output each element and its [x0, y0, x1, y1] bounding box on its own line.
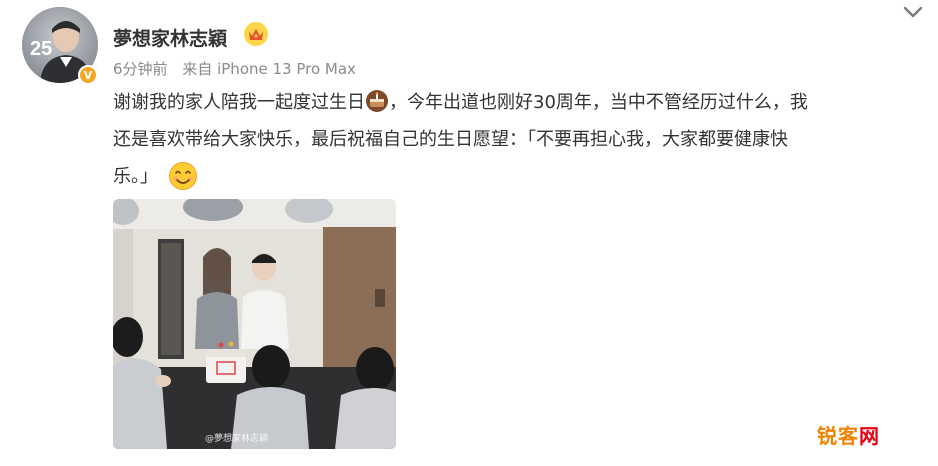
post-text-segment: ，今年出道也刚好30周年，当中不管经历过什么，我 — [389, 92, 808, 113]
post-time[interactable]: 6分钟前 — [113, 60, 168, 78]
birthday-photo-illustration — [113, 199, 396, 449]
site-logo-part-2: 网 — [859, 424, 880, 448]
post-text-segment: 乐。」 — [113, 166, 158, 187]
verified-badge-icon: V — [78, 65, 98, 85]
chevron-down-icon[interactable] — [902, 4, 924, 20]
post-text-segment: 谢谢我的家人陪我一起度过生日 — [113, 92, 365, 113]
post-text: 谢谢我的家人陪我一起度过生日 ，今年出道也刚好30周年，当中不管经历过什么，我 … — [113, 84, 928, 195]
post-meta: 6分钟前 来自 iPhone 13 Pro Max — [113, 58, 366, 79]
cake-emoji — [366, 90, 388, 112]
avatar-overlay-number: 25 — [30, 38, 52, 60]
weibo-post-card: 25 V 夢想家林志穎 6分钟前 来自 iPhone 13 Pro Max 谢谢… — [0, 0, 938, 466]
username[interactable]: 夢想家林志穎 — [113, 24, 227, 51]
site-logo: 锐客网 — [817, 420, 880, 449]
post-source: 来自 iPhone 13 Pro Max — [182, 60, 356, 78]
crown-icon[interactable] — [244, 22, 268, 46]
post-text-line-1: 谢谢我的家人陪我一起度过生日 ，今年出道也刚好30周年，当中不管经历过什么，我 — [113, 84, 928, 121]
post-photo[interactable]: @夢想家林志穎 — [113, 199, 396, 449]
post-text-line-3: 乐。」 — [113, 158, 928, 195]
photo-watermark: @夢想家林志穎 — [205, 434, 269, 444]
post-text-line-2: 还是喜欢带给大家快乐，最后祝福自己的生日愿望：「不要再担心我，大家都要健康快 — [113, 129, 788, 150]
site-logo-part-1: 锐客 — [817, 424, 859, 448]
smile-emoji — [169, 162, 197, 190]
